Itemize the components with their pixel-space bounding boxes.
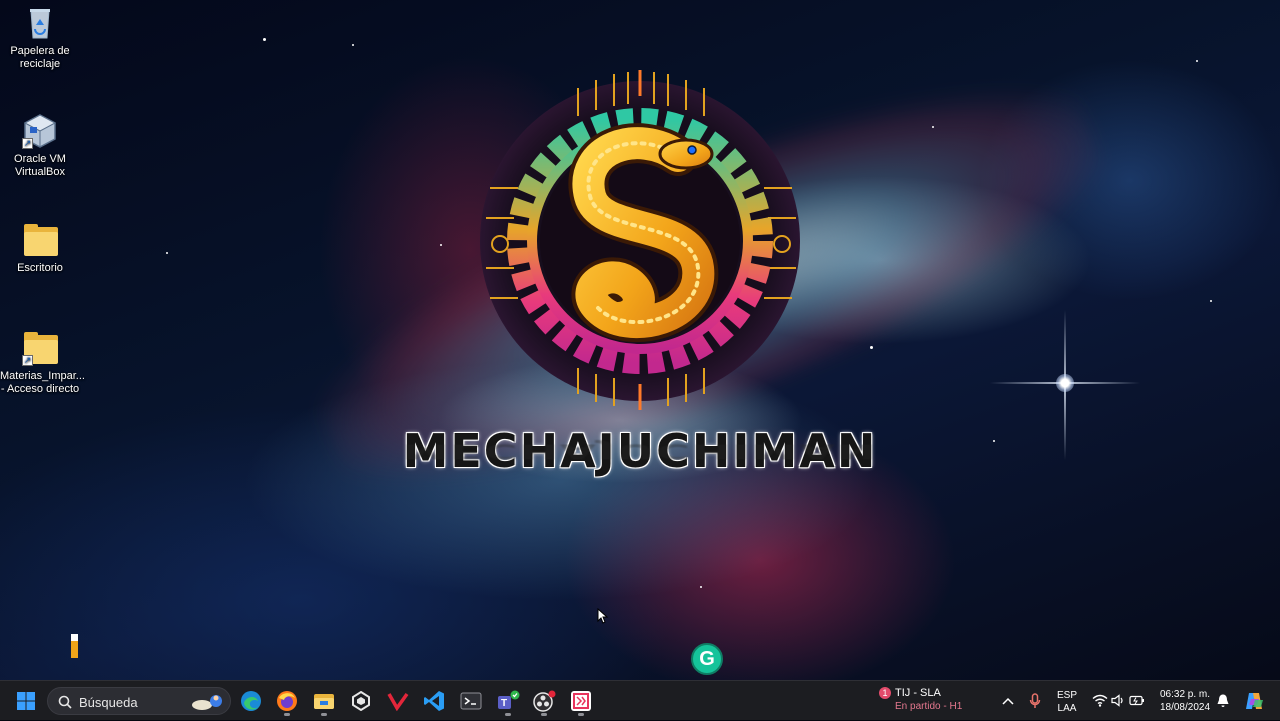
running-indicator [578, 713, 584, 716]
taskbar: Búsqueda T 1 TIJ - SLA En partido - H1 E… [0, 680, 1280, 720]
running-indicator [321, 713, 327, 716]
edge-icon [241, 691, 261, 711]
star [932, 126, 934, 128]
sports-badge: 1 [879, 687, 891, 699]
star [700, 586, 702, 588]
search-placeholder: Búsqueda [79, 695, 138, 710]
bright-star [1056, 374, 1074, 392]
clock-time: 06:32 p. m. [1159, 689, 1211, 700]
shortcut-arrow-icon: ↗ [22, 355, 33, 366]
taskbar-app-unity[interactable] [345, 685, 377, 717]
desktop-icon-materias-shortcut[interactable]: ↗ Materias_Impar... - Acceso directo [0, 330, 85, 396]
teams-icon: T [498, 690, 520, 709]
chevron-up-icon [1002, 697, 1014, 705]
star [870, 346, 873, 349]
wifi-icon [1092, 694, 1108, 707]
desktop-icon-label: - Acceso directo [0, 383, 80, 395]
taskbar-app-obs[interactable] [528, 685, 560, 717]
jetbrains-icon [571, 691, 591, 711]
volume-icon [1111, 694, 1123, 707]
star [352, 44, 354, 46]
sports-title: TIJ - SLA [895, 687, 941, 699]
battery-icon [1129, 695, 1144, 706]
search-icon [58, 695, 72, 709]
star [440, 244, 442, 246]
clock-date: 18/08/2024 [1159, 702, 1211, 713]
desktop-icon-escritorio[interactable]: Escritorio [0, 222, 80, 275]
obs-icon [533, 690, 556, 712]
taskbar-app-jetbrains[interactable] [565, 685, 597, 717]
desktop-icon-label: Escritorio [17, 262, 63, 274]
folder-icon [22, 222, 58, 258]
progress-widget [71, 634, 78, 658]
sports-status: En partido - H1 [895, 701, 963, 712]
star [1210, 300, 1212, 302]
running-indicator [284, 713, 290, 716]
star [263, 38, 266, 41]
virtualbox-icon: ↗ [22, 113, 58, 149]
desktop-icon-label: Oracle VM [14, 153, 66, 165]
grammarly-button[interactable]: G [691, 643, 723, 675]
copilot-icon [1246, 693, 1263, 709]
taskbar-app-git-client[interactable] [382, 685, 414, 717]
taskbar-app-vscode[interactable] [418, 685, 450, 717]
desktop-wallpaper: MECHAJUCHIMAN MECHAJUCHIMAN Papelera de … [0, 0, 1280, 680]
progress-fill [71, 641, 78, 658]
running-indicator [505, 713, 511, 716]
desktop-icon-label: VirtualBox [15, 166, 65, 178]
taskbar-app-edge[interactable] [235, 685, 267, 717]
recycle-bin-icon [22, 5, 58, 41]
vscode-icon [424, 691, 444, 711]
taskbar-app-file-explorer[interactable] [308, 685, 340, 717]
windows-logo-icon [17, 692, 35, 710]
wallpaper-title-reflection: MECHAJUCHIMAN [402, 439, 878, 464]
desktop-icon-label: Materias_Impar... [0, 370, 85, 382]
mouse-cursor-icon [597, 608, 609, 624]
terminal-icon [460, 692, 482, 710]
shortcut-arrow-icon: ↗ [22, 138, 33, 149]
git-client-icon [387, 692, 409, 711]
microphone-icon [1029, 693, 1041, 708]
copilot-button[interactable] [1238, 685, 1270, 717]
taskbar-app-firefox[interactable] [271, 685, 303, 717]
snake-gear-logo [480, 70, 800, 410]
star [993, 440, 995, 442]
layout-code: LAA [1057, 703, 1077, 714]
notification-bell-icon [1217, 694, 1229, 707]
folder-shortcut-icon: ↗ [22, 330, 58, 366]
microphone-button[interactable] [1020, 685, 1050, 717]
desktop-icon-label: Papelera de [10, 45, 70, 57]
taskbar-app-terminal[interactable] [455, 685, 487, 717]
star [166, 252, 168, 254]
firefox-icon [277, 691, 297, 711]
search-input[interactable]: Búsqueda [47, 687, 231, 715]
running-indicator [541, 713, 547, 716]
show-hidden-icons-button[interactable] [993, 685, 1023, 717]
search-highlight-icon [192, 695, 222, 710]
start-button[interactable] [10, 685, 42, 717]
notifications-button[interactable] [1210, 685, 1236, 717]
clock[interactable]: 06:32 p. m. 18/08/2024 [1152, 688, 1218, 714]
unity-icon [352, 691, 370, 711]
desktop-icon-virtualbox[interactable]: ↗ Oracle VM VirtualBox [0, 113, 80, 179]
taskbar-app-teams[interactable]: T [492, 685, 524, 717]
star [1196, 60, 1198, 62]
desktop-icon-recycle-bin[interactable]: Papelera de reciclaje [0, 5, 80, 71]
quick-settings-button[interactable] [1088, 687, 1150, 715]
language-indicator[interactable]: ESP LAA [1052, 689, 1082, 715]
desktop-icon-label: reciclaje [19, 58, 61, 70]
language-code: ESP [1056, 690, 1077, 701]
file-explorer-icon [314, 694, 334, 709]
svg-text:T: T [501, 698, 507, 709]
